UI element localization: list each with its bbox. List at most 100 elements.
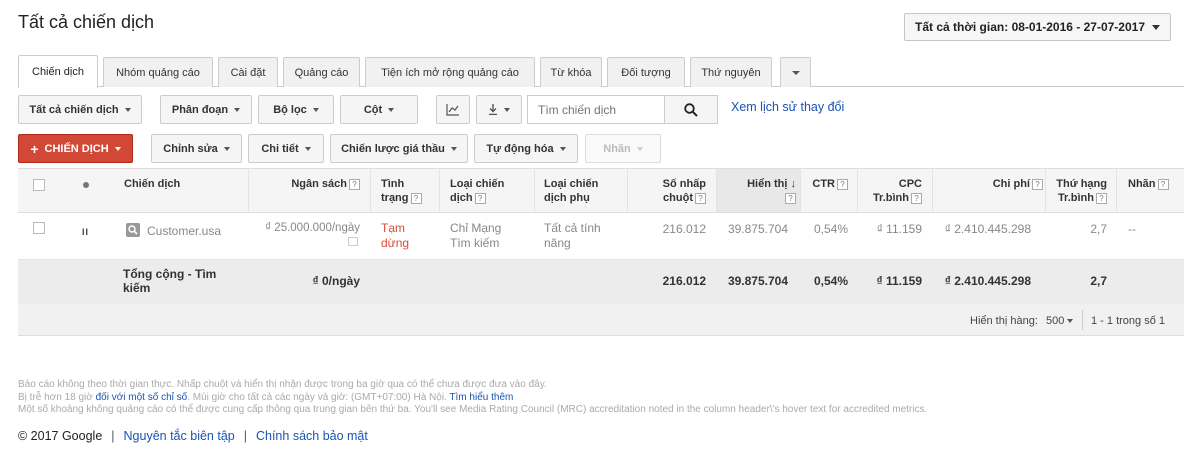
chevron-down-icon: [234, 107, 241, 112]
edit-dropdown[interactable]: Chỉnh sửa: [151, 134, 242, 163]
help-icon[interactable]: ?: [695, 192, 706, 204]
automate-dropdown[interactable]: Tự động hóa: [474, 134, 578, 163]
help-icon[interactable]: ?: [1096, 192, 1107, 204]
chevron-down-icon: [304, 146, 311, 151]
change-history-link[interactable]: Xem lịch sử thay đổi: [731, 100, 844, 114]
tab-dimensions[interactable]: Thứ nguyên: [690, 57, 772, 87]
tab-ads[interactable]: Quảng cáo: [283, 57, 360, 87]
pagination-range: 1 - 1 trong số 1: [1091, 315, 1165, 327]
header-clicks-line1: Số nhấp: [662, 178, 706, 190]
chevron-down-icon: [388, 107, 395, 112]
help-icon[interactable]: ?: [837, 178, 848, 190]
campaign-search-input[interactable]: [527, 95, 664, 124]
chart-toggle-button[interactable]: [436, 95, 470, 124]
chevron-down-icon: [1067, 319, 1074, 324]
header-avg-cpc[interactable]: CPC Tr.bình?: [858, 177, 922, 205]
header-rank-line2: Tr.bình: [1057, 192, 1094, 204]
status-line1: Tạm: [381, 221, 405, 235]
rows-per-page-select[interactable]: 500: [1046, 315, 1074, 327]
plus-icon: +: [30, 140, 39, 157]
header-status[interactable]: Tình trạng?: [381, 177, 422, 205]
bid-strategy-dropdown[interactable]: Chiến lược giá thầu: [330, 134, 468, 163]
all-campaigns-label: Tất cả chiến dịch: [29, 103, 119, 116]
header-avg-position[interactable]: Thứ hạng Tr.bình?: [1048, 177, 1107, 205]
search-icon: [128, 225, 138, 235]
all-campaigns-dropdown[interactable]: Tất cả chiến dịch: [18, 95, 142, 124]
total-impressions: 39.875.704: [727, 274, 788, 288]
chevron-down-icon: [504, 107, 510, 112]
help-icon[interactable]: ?: [911, 192, 922, 204]
search-campaign-icon: [126, 223, 140, 237]
chevron-down-icon: [223, 146, 230, 151]
header-budget-label: Ngân sách: [291, 178, 347, 190]
budget-value[interactable]: ₫ 25.000.000/ngày: [250, 221, 360, 236]
select-all-checkbox[interactable]: [33, 179, 45, 191]
campaign-name-link[interactable]: Customer.usa: [147, 224, 221, 239]
status-value: Tạm dừng: [381, 221, 409, 251]
header-campaign[interactable]: Chiến dịch: [124, 177, 180, 191]
header-status-line1: Tình: [381, 178, 405, 190]
page-title: Tất cả chiến dịch: [18, 12, 155, 32]
header-impressions[interactable]: Hiển thị ↓?: [718, 177, 796, 205]
labels-value: --: [1128, 222, 1136, 236]
copyright-text: © 2017 Google: [18, 429, 103, 443]
note-line-2-text-b: . Múi giờ cho tất cả các ngày và giờ: (G…: [187, 391, 447, 403]
date-range-selector[interactable]: Tất cả thời gian: 08-01-2016 - 27-07-201…: [904, 13, 1171, 41]
bid-strategy-label: Chiến lược giá thầu: [341, 142, 445, 155]
privacy-policy-link[interactable]: Chính sách bảo mật: [256, 429, 368, 443]
total-label: Tổng cộng - Tìm kiếm: [123, 267, 216, 295]
tab-ad-groups[interactable]: Nhóm quảng cáo: [103, 57, 213, 87]
total-budget: ₫ 0/ngày: [312, 274, 360, 288]
details-dropdown[interactable]: Chi tiết: [248, 134, 324, 163]
tab-keywords[interactable]: Từ khóa: [540, 57, 602, 87]
tab-settings[interactable]: Cài đặt: [218, 57, 278, 87]
avg-cpc-value: ₫ 11.159: [876, 222, 922, 236]
note-line-2: Bị trễ hơn 18 giờ đối với một số chỉ số.…: [18, 392, 1168, 405]
filter-dropdown[interactable]: Bộ lọc: [258, 95, 334, 124]
header-campaign-subtype[interactable]: Loại chiến dịch phụ: [544, 177, 598, 205]
header-campaign-type[interactable]: Loại chiến dịch?: [450, 177, 504, 205]
tab-campaigns[interactable]: Chiến dịch: [18, 55, 98, 88]
some-metrics-link[interactable]: đối với một số chỉ số: [96, 392, 188, 403]
chevron-down-icon: [114, 146, 121, 151]
search-button[interactable]: [664, 95, 718, 124]
budget-edit-icon[interactable]: [348, 237, 358, 246]
avg-position-value: 2,7: [1090, 222, 1107, 236]
segment-dropdown[interactable]: Phân đoạn: [160, 95, 252, 124]
labels-dropdown[interactable]: Nhãn: [585, 134, 661, 163]
tab-more[interactable]: [780, 57, 811, 87]
tab-audiences[interactable]: Đối tượng: [607, 57, 685, 87]
new-campaign-button[interactable]: + CHIẾN DỊCH: [18, 134, 133, 163]
details-label: Chi tiết: [261, 142, 299, 155]
header-cpc-line2: Tr.bình: [872, 192, 909, 204]
help-icon[interactable]: ?: [410, 192, 422, 204]
header-ctr-label: CTR: [812, 178, 835, 190]
total-avg-position: 2,7: [1090, 274, 1107, 288]
table-pagination: Hiển thị hàng: 500 1 - 1 trong số 1: [18, 304, 1184, 336]
subtype-line1: Tất cả tính: [544, 221, 601, 235]
help-icon[interactable]: ?: [349, 178, 360, 190]
status-line2: dừng: [381, 236, 410, 250]
learn-more-link[interactable]: Tìm hiểu thêm: [449, 392, 513, 403]
help-icon[interactable]: ?: [785, 192, 796, 204]
labels-label: Nhãn: [603, 142, 631, 155]
header-cost-label: Chi phí: [992, 178, 1030, 190]
help-icon[interactable]: ?: [474, 192, 486, 204]
help-icon[interactable]: ?: [1157, 178, 1169, 190]
download-dropdown[interactable]: [476, 95, 522, 124]
header-clicks[interactable]: Số nhấp chuột?: [638, 177, 706, 205]
help-icon[interactable]: ?: [1032, 178, 1043, 190]
header-cost[interactable]: Chi phí?: [948, 177, 1043, 191]
segment-label: Phân đoạn: [171, 103, 229, 116]
pause-icon[interactable]: II: [82, 227, 89, 237]
table-row: II Customer.usa ₫ 25.000.000/ngày Tạm dừn…: [18, 213, 1184, 260]
row-checkbox[interactable]: [33, 222, 45, 234]
header-labels[interactable]: Nhãn?: [1128, 177, 1169, 191]
editorial-guidelines-link[interactable]: Nguyên tắc biên tập: [124, 429, 235, 443]
table-header: Chiến dịch Ngân sách? Tình trạng? Loại ch…: [18, 168, 1184, 213]
columns-dropdown[interactable]: Cột: [340, 95, 418, 124]
tab-ad-extensions[interactable]: Tiện ích mở rộng quảng cáo: [365, 57, 535, 87]
header-ctr[interactable]: CTR?: [800, 177, 848, 191]
total-label-line2: kiếm: [123, 281, 151, 295]
header-budget[interactable]: Ngân sách?: [258, 177, 360, 191]
